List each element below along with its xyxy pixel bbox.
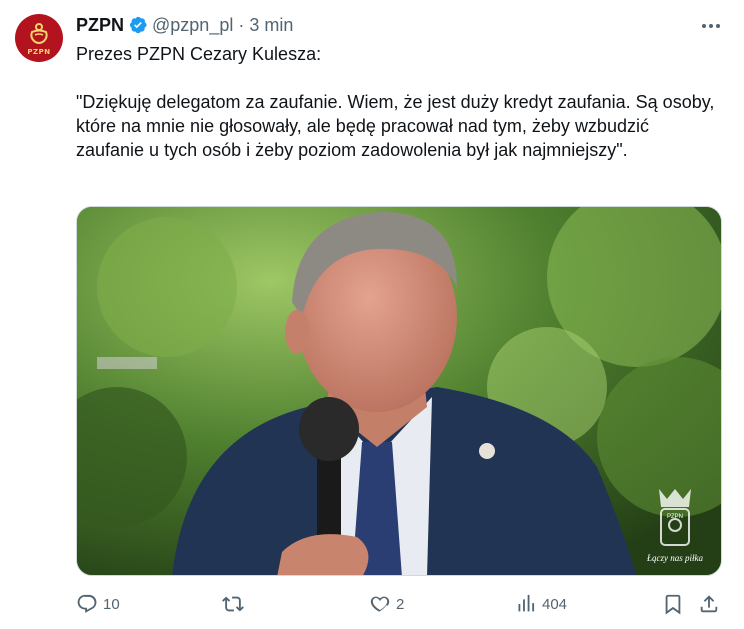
pzpn-logo-icon (30, 22, 48, 44)
tweet-header: PZPN @pzpn_pl · 3 min (76, 13, 293, 37)
share-button[interactable] (698, 590, 720, 618)
avatar[interactable]: PZPN (15, 14, 63, 62)
bookmark-icon (662, 593, 684, 615)
tweet[interactable]: PZPN PZPN @pzpn_pl · 3 min Prezes PZPN C… (0, 0, 744, 629)
bookmark-button[interactable] (662, 590, 684, 618)
like-count: 2 (396, 595, 405, 613)
separator-dot: · (238, 14, 245, 35)
reply-button[interactable]: 10 (76, 590, 120, 618)
retweet-button[interactable] (221, 590, 250, 618)
tweet-text-quote: "Dziękuję delegatom za zaufanie. Wiem, ż… (76, 92, 715, 160)
author-handle[interactable]: @pzpn_pl (152, 15, 233, 36)
tweet-text: Prezes PZPN Cezary Kulesza: "Dziękuję de… (76, 42, 716, 162)
like-button[interactable]: 2 (369, 590, 404, 618)
timestamp[interactable]: 3 min (249, 15, 293, 36)
retweet-icon (221, 593, 245, 615)
more-icon[interactable] (700, 16, 722, 36)
views-button[interactable]: 404 (515, 590, 567, 618)
avatar-label: PZPN (27, 47, 51, 56)
verified-icon (128, 15, 148, 35)
reply-icon (76, 593, 98, 615)
photo-illustration: PZPN Łączy nas piłka (77, 207, 721, 575)
tweet-text-line: Prezes PZPN Cezary Kulesza: (76, 44, 322, 64)
media-watermark-slogan: Łączy nas piłka (646, 553, 703, 563)
tweet-actions: 10 2 404 (76, 590, 726, 618)
tweet-media-photo[interactable]: PZPN Łączy nas piłka (76, 206, 722, 576)
share-icon (698, 593, 720, 615)
views-icon (515, 593, 537, 615)
media-watermark-label: PZPN (667, 514, 683, 520)
author-name[interactable]: PZPN (76, 15, 124, 36)
views-count: 404 (542, 595, 568, 613)
like-icon (369, 593, 391, 615)
reply-count: 10 (103, 595, 120, 613)
